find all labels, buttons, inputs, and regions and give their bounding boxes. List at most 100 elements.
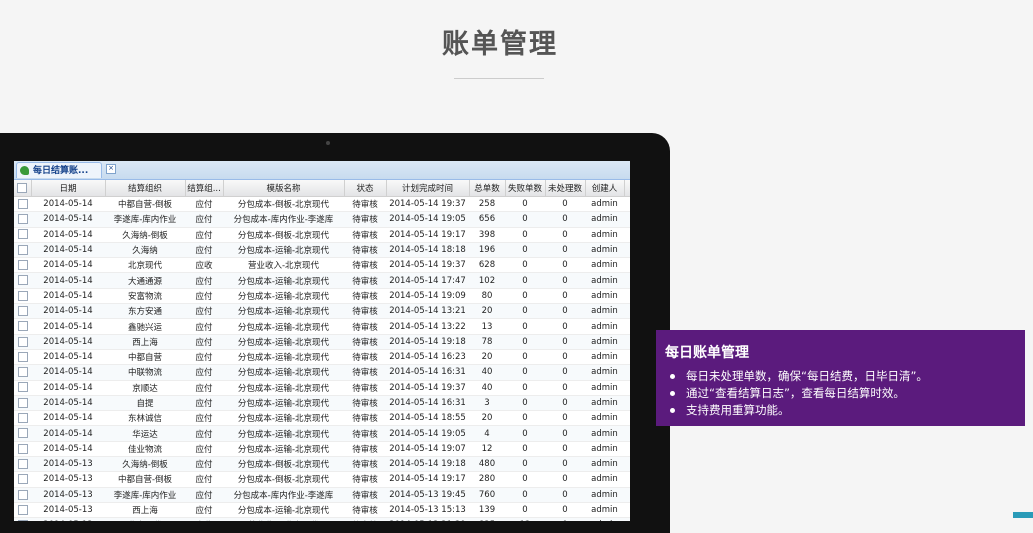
row-checkbox[interactable] bbox=[14, 334, 31, 350]
table-cell: 201 bbox=[624, 257, 630, 274]
table-row[interactable]: 2014-05-14 中联物流 应付 分包成本-运输-北京现代 待审核 2014-05-1… bbox=[14, 364, 630, 381]
row-checkbox[interactable] bbox=[14, 425, 31, 442]
table-row[interactable]: 2014-05-14 久海纳-倒板 应付 分包成本-倒板-北京现代 待审核 2014-05… bbox=[14, 227, 630, 243]
row-checkbox[interactable] bbox=[14, 303, 31, 320]
table-row[interactable]: 2014-05-13北京现代应收营业收入-北京现代待审核2014-05-13 2… bbox=[14, 517, 630, 521]
table-cell: 0 bbox=[505, 196, 545, 213]
row-checkbox[interactable] bbox=[14, 380, 31, 396]
table-row[interactable]: 2014-05-14 华运达 应付 分包成本-运输-北京现代 待审核 2014-05-14… bbox=[14, 425, 630, 442]
table-cell: 201 bbox=[624, 425, 630, 442]
table-cell: 应付 bbox=[185, 502, 223, 519]
table-cell: 待审核 bbox=[344, 517, 386, 521]
row-checkbox[interactable] bbox=[14, 196, 31, 213]
table-cell: 东林诚信 bbox=[105, 410, 185, 427]
table-cell: 安富物流 bbox=[105, 288, 185, 305]
table-cell: 201 bbox=[624, 410, 630, 427]
row-checkbox[interactable] bbox=[14, 257, 31, 274]
tab-daily-settlement[interactable]: 每日结算账... bbox=[16, 162, 102, 178]
table-cell: 2014-05-14 bbox=[31, 364, 105, 381]
table-row[interactable]: 2014-05-14 东林诚信 应付 分包成本-运输-北京现代 待审核 2014-05-1… bbox=[14, 410, 630, 427]
table-row[interactable]: 2014-05-14 北京现代 应收 营业收入-北京现代 待审核 2014-05-14 1… bbox=[14, 257, 630, 274]
table-row[interactable]: 2014-05-14 中都自营-倒板 应付 分包成本-倒板-北京现代 待审核 2014-0… bbox=[14, 196, 630, 213]
row-checkbox[interactable] bbox=[14, 211, 31, 228]
row-checkbox[interactable] bbox=[14, 395, 31, 412]
row-checkbox[interactable] bbox=[14, 502, 31, 519]
table-cell: 待审核 bbox=[344, 242, 386, 259]
table-cell: admin bbox=[585, 211, 624, 228]
column-header[interactable]: 结算组织 bbox=[105, 180, 186, 197]
table-row[interactable]: 2014-05-14 安富物流 应付 分包成本-运输-北京现代 待审核 2014-05-1… bbox=[14, 288, 630, 305]
row-checkbox[interactable] bbox=[14, 318, 31, 335]
table-cell: 待审核 bbox=[344, 395, 386, 412]
table-cell: 2014-05-14 19:37 bbox=[386, 257, 469, 274]
row-checkbox[interactable] bbox=[14, 272, 31, 289]
column-header[interactable]: 模版名称 bbox=[223, 180, 345, 197]
table-cell: 2014-05-14 19:05 bbox=[386, 425, 469, 442]
table-cell: admin bbox=[585, 196, 624, 213]
leaf-icon bbox=[20, 166, 29, 175]
table-cell: 2014-05-13 bbox=[31, 517, 105, 521]
row-checkbox[interactable] bbox=[14, 471, 31, 488]
table-cell: 258 bbox=[469, 196, 505, 213]
column-header[interactable]: 创建人 bbox=[585, 180, 625, 197]
table-row[interactable]: 2014-05-14 西上海 应付 分包成本-运输-北京现代 待审核 2014-05-14… bbox=[14, 334, 630, 350]
table-cell: 0 bbox=[505, 441, 545, 458]
table-cell: 李遂库-库内作业 bbox=[105, 487, 185, 503]
monitor-screen: 每日结算账... × 日期 结算组织 结算组... 模版名称 状态 计划完成时间 bbox=[14, 161, 630, 521]
row-checkbox[interactable] bbox=[14, 410, 31, 427]
table-row[interactable]: 2014-05-14 佳业物流 应付 分包成本-运输-北京现代 待审核 2014-05-1… bbox=[14, 441, 630, 458]
close-icon[interactable]: × bbox=[106, 164, 116, 174]
column-header[interactable]: 计划完成时间 bbox=[386, 180, 470, 197]
row-checkbox[interactable] bbox=[14, 242, 31, 259]
feature-list: 每日未处理单数，确保“每日结费，日毕日清”。 通过“查看结算日志”，查看每日结算… bbox=[670, 368, 928, 419]
table-row[interactable]: 2014-05-13 久海纳-倒板 应付 分包成本-倒板-北京现代 待审核 2014-05… bbox=[14, 456, 630, 473]
table-cell: 0 bbox=[505, 425, 545, 442]
table-cell: 2014-05-14 bbox=[31, 318, 105, 335]
table-row[interactable]: 2014-05-14 东方安通 应付 分包成本-运输-北京现代 待审核 2014-05-1… bbox=[14, 303, 630, 320]
table-row[interactable]: 2014-05-13 李遂库-库内作业 应付 分包成本-库内作业-李遂库 待审核 2014… bbox=[14, 487, 630, 503]
table-cell: 2014-05-14 19:17 bbox=[386, 227, 469, 243]
page-title: 账单管理 bbox=[442, 29, 558, 60]
table-cell: 0 bbox=[545, 456, 585, 473]
table-row[interactable]: 2014-05-14 李遂库-库内作业 应付 分包成本-库内作业-李遂库 待审核 2014… bbox=[14, 211, 630, 228]
table-cell: 760 bbox=[469, 487, 505, 503]
table-cell: 0 bbox=[505, 410, 545, 427]
table-cell: 应付 bbox=[185, 303, 223, 320]
table-cell: 2014-05-14 bbox=[31, 441, 105, 458]
column-header[interactable]: 结算组... bbox=[185, 180, 224, 197]
table-cell: 中都自营-倒板 bbox=[105, 471, 185, 488]
select-all-checkbox[interactable] bbox=[14, 180, 32, 197]
table-cell: 待审核 bbox=[344, 318, 386, 335]
table-row[interactable]: 2014-05-14 中都自营 应付 分包成本-运输-北京现代 待审核 2014-05-1… bbox=[14, 349, 630, 366]
table-cell: 应付 bbox=[185, 211, 223, 228]
table-cell: 0 bbox=[545, 349, 585, 366]
column-header[interactable]: 失败单数 bbox=[505, 180, 546, 197]
table-cell: 0 bbox=[505, 456, 545, 473]
row-checkbox[interactable] bbox=[14, 487, 31, 503]
row-checkbox[interactable] bbox=[14, 441, 31, 458]
row-checkbox[interactable] bbox=[14, 364, 31, 381]
table-row[interactable]: 2014-05-14 久海纳 应付 分包成本-运输-北京现代 待审核 2014-05-14… bbox=[14, 242, 630, 259]
table-cell: 应付 bbox=[185, 334, 223, 350]
table-cell: 分包成本-运输-北京现代 bbox=[223, 441, 344, 458]
row-checkbox[interactable] bbox=[14, 227, 31, 243]
table-row[interactable]: 2014-05-13 中都自营-倒板 应付 分包成本-倒板-北京现代 待审核 2014-0… bbox=[14, 471, 630, 488]
back-to-top-button[interactable] bbox=[1013, 512, 1033, 518]
row-checkbox[interactable] bbox=[14, 456, 31, 473]
table-cell: 0 bbox=[545, 303, 585, 320]
table-row[interactable]: 2014-05-14 鑫驰兴运 应付 分包成本-运输-北京现代 待审核 2014-05-1… bbox=[14, 318, 630, 335]
column-header[interactable]: 状态 bbox=[344, 180, 387, 197]
column-header-extra[interactable] bbox=[624, 180, 630, 197]
table-cell: 201 bbox=[624, 487, 630, 503]
table-row[interactable]: 2014-05-14 自提 应付 分包成本-运输-北京现代 待审核 2014-05-14 … bbox=[14, 395, 630, 412]
column-header[interactable]: 总单数 bbox=[469, 180, 506, 197]
table-row[interactable]: 2014-05-14 大通通源 应付 分包成本-运输-北京现代 待审核 2014-05-1… bbox=[14, 272, 630, 289]
column-header[interactable]: 日期 bbox=[31, 180, 106, 197]
row-checkbox[interactable] bbox=[14, 349, 31, 366]
row-checkbox[interactable] bbox=[14, 288, 31, 305]
table-cell: 0 bbox=[545, 257, 585, 274]
column-header[interactable]: 未处理数 bbox=[545, 180, 586, 197]
table-row[interactable]: 2014-05-13 西上海 应付 分包成本-运输-北京现代 待审核 2014-05-13… bbox=[14, 502, 630, 519]
row-checkbox[interactable] bbox=[14, 517, 31, 521]
table-row[interactable]: 2014-05-14 京顺达 应付 分包成本-运输-北京现代 待审核 2014-05-14… bbox=[14, 380, 630, 396]
